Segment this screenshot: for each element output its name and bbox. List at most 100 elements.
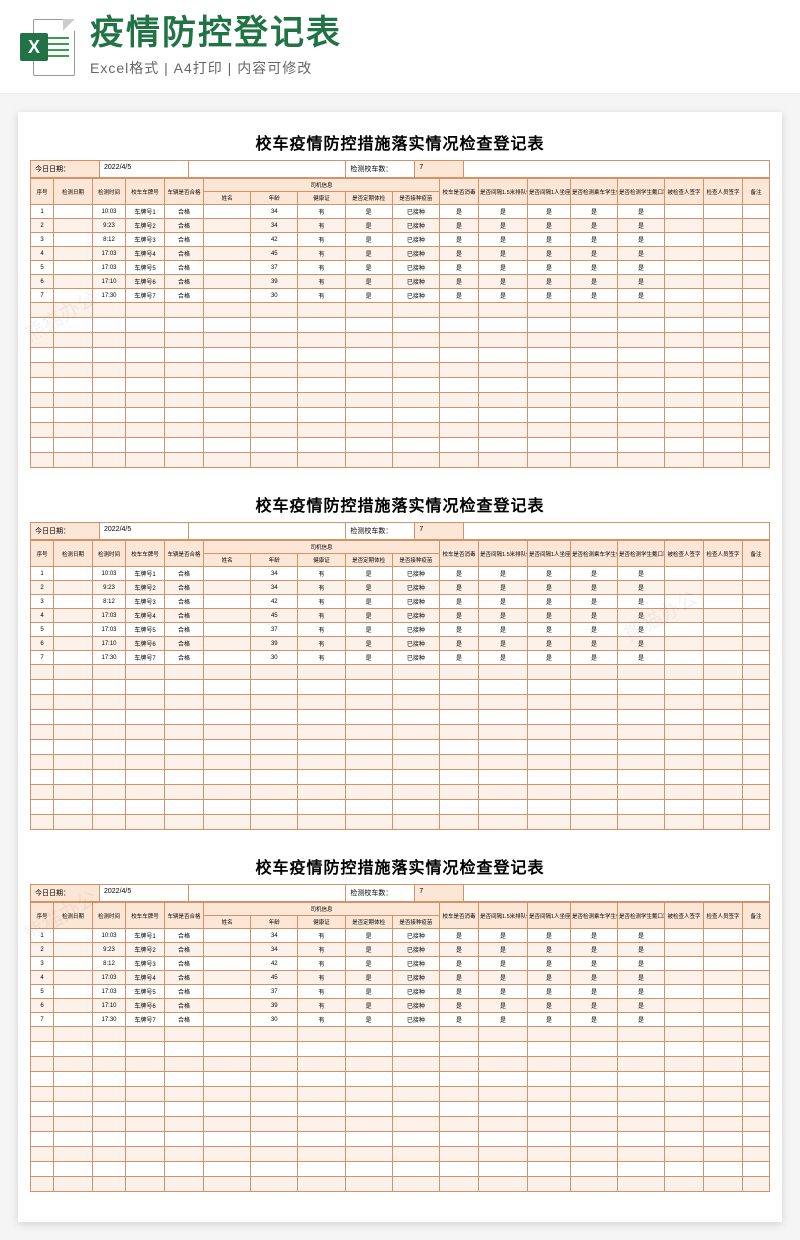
cell-exam: 是 [345,247,392,261]
table-row-empty [31,438,770,453]
cell-vehicle: 合格 [165,219,204,233]
cell-name [204,623,251,637]
cell-time: 17:03 [93,623,126,637]
th-exam: 是否定期体检 [345,916,392,929]
table-row: 6 17:10 车牌号6 合格 39 有 是 已接种 是 是 是 是 是 [31,637,770,651]
cell-age: 30 [251,289,298,303]
cell-vehicle: 合格 [165,985,204,999]
cell-vaccine: 已接种 [392,609,439,623]
cell-c1: 是 [440,595,479,609]
hero-banner: X 疫情防控登记表 Excel格式 | A4打印 | 内容可修改 [0,0,800,94]
cell-health: 有 [298,261,345,275]
th-vaccine: 是否接种疫苗 [392,192,439,205]
cell-seq: 2 [31,219,54,233]
th-vaccine: 是否接种疫苗 [392,916,439,929]
cell-seq: 7 [31,651,54,665]
cell-checked-sign [665,247,704,261]
count-label: 检测校车数： [346,161,415,178]
cell-seq: 5 [31,985,54,999]
cell-checked-sign [665,651,704,665]
cell-date [54,275,93,289]
cell-name [204,943,251,957]
th-disinfect: 校车是否消毒 [440,903,479,929]
cell-c4: 是 [571,205,618,219]
cell-c2: 是 [479,999,528,1013]
cell-vehicle: 合格 [165,595,204,609]
cell-name [204,957,251,971]
cell-checker-sign [704,247,743,261]
cell-c5: 是 [618,261,665,275]
th-temp: 是否检测乘车学生体温 [571,179,618,205]
cell-c1: 是 [440,609,479,623]
cell-plate: 车牌号7 [126,1013,165,1027]
th-plate: 校车车牌号 [126,903,165,929]
cell-c4: 是 [571,971,618,985]
table-row: 4 17:03 车牌号4 合格 45 有 是 已接种 是 是 是 是 是 [31,609,770,623]
th-age: 年龄 [251,554,298,567]
table-row: 4 17:03 车牌号4 合格 45 有 是 已接种 是 是 是 是 是 [31,247,770,261]
cell-c5: 是 [618,623,665,637]
th-vehicle: 车辆是否合格 [165,179,204,205]
cell-c4: 是 [571,233,618,247]
excel-icon: X [20,19,75,74]
th-seat: 是否间隔1人坐座 [528,179,571,205]
cell-vehicle: 合格 [165,637,204,651]
cell-note [743,637,770,651]
cell-c2: 是 [479,247,528,261]
th-vehicle: 车辆是否合格 [165,541,204,567]
cell-checker-sign [704,595,743,609]
cell-date [54,957,93,971]
meta-row: 今日日期： 2022/4/5 检测校车数： 7 [30,160,770,178]
cell-vehicle: 合格 [165,609,204,623]
cell-note [743,581,770,595]
th-note: 备注 [743,903,770,929]
cell-plate: 车牌号4 [126,247,165,261]
table-row-empty [31,710,770,725]
table-row-empty [31,680,770,695]
cell-seq: 3 [31,233,54,247]
cell-exam: 是 [345,943,392,957]
cell-note [743,609,770,623]
table-row-empty [31,740,770,755]
table-row-empty [31,363,770,378]
th-queue: 是否间隔1.5米排队候车 [479,903,528,929]
cell-c4: 是 [571,609,618,623]
th-checked-sign: 被检查人签字 [665,903,704,929]
table-row: 3 8:12 车牌号3 合格 42 有 是 已接种 是 是 是 是 是 [31,595,770,609]
cell-c3: 是 [528,261,571,275]
cell-health: 有 [298,219,345,233]
cell-checker-sign [704,651,743,665]
cell-checker-sign [704,1013,743,1027]
cell-name [204,1013,251,1027]
th-exam: 是否定期体检 [345,554,392,567]
cell-exam: 是 [345,637,392,651]
cell-c5: 是 [618,1013,665,1027]
cell-time: 8:12 [93,233,126,247]
cell-checker-sign [704,623,743,637]
table-row-empty [31,800,770,815]
cell-c3: 是 [528,609,571,623]
cell-checker-sign [704,567,743,581]
cell-c2: 是 [479,219,528,233]
cell-vaccine: 已接种 [392,985,439,999]
cell-name [204,581,251,595]
cell-c1: 是 [440,247,479,261]
cell-seq: 5 [31,623,54,637]
cell-vehicle: 合格 [165,999,204,1013]
cell-plate: 车牌号7 [126,651,165,665]
table-row: 5 17:03 车牌号5 合格 37 有 是 已接种 是 是 是 是 是 [31,623,770,637]
document-preview: 校车疫情防控措施落实情况检查登记表 今日日期： 2022/4/5 检测校车数： … [18,112,782,1222]
cell-checker-sign [704,985,743,999]
cell-time: 10:03 [93,567,126,581]
cell-checker-sign [704,275,743,289]
cell-c3: 是 [528,985,571,999]
count-value: 7 [415,523,464,540]
cell-c1: 是 [440,219,479,233]
date-value: 2022/4/5 [100,161,189,178]
cell-note [743,929,770,943]
cell-c1: 是 [440,637,479,651]
table-row: 5 17:03 车牌号5 合格 37 有 是 已接种 是 是 是 是 是 [31,985,770,999]
cell-time: 17:10 [93,637,126,651]
cell-vehicle: 合格 [165,247,204,261]
cell-c5: 是 [618,289,665,303]
